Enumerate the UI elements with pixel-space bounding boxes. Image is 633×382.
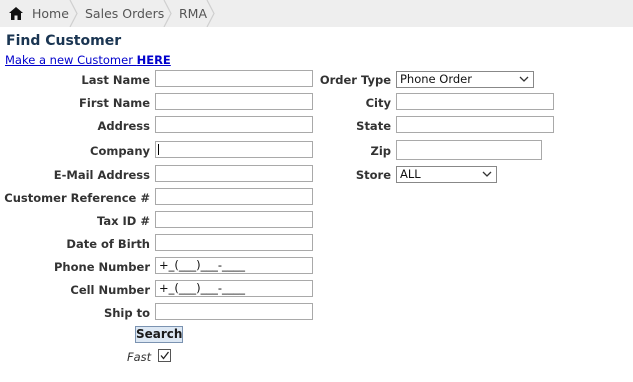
- cell-label: Cell Number: [70, 283, 150, 297]
- customer-ref-input[interactable]: [155, 188, 313, 205]
- tax-id-label: Tax ID #: [96, 214, 150, 228]
- text-caret: [158, 144, 159, 155]
- state-label: State: [356, 119, 391, 133]
- address-input[interactable]: [155, 116, 313, 133]
- breadcrumb-separator-icon: [206, 0, 215, 27]
- new-customer-link[interactable]: Make a new Customer HERE: [5, 53, 171, 67]
- company-input[interactable]: [155, 141, 313, 158]
- city-input[interactable]: [396, 93, 554, 110]
- page-title: Find Customer: [6, 33, 122, 49]
- store-select[interactable]: ALL: [396, 166, 497, 183]
- breadcrumb-home[interactable]: Home: [32, 0, 69, 27]
- zip-input[interactable]: [396, 140, 542, 160]
- new-customer-link-here[interactable]: HERE: [137, 53, 171, 67]
- home-icon[interactable]: [9, 7, 23, 20]
- breadcrumb-separator-icon: [69, 0, 78, 27]
- ship-to-label: Ship to: [103, 306, 150, 320]
- email-input[interactable]: [155, 165, 313, 182]
- company-label: Company: [90, 144, 150, 158]
- state-input[interactable]: [396, 116, 554, 133]
- email-label: E-Mail Address: [53, 168, 150, 182]
- chevron-down-icon: [519, 76, 529, 82]
- first-name-label: First Name: [79, 96, 150, 110]
- store-value: ALL: [400, 167, 421, 181]
- dob-input[interactable]: [155, 234, 313, 251]
- cell-input[interactable]: +_(___)___-____: [155, 280, 313, 297]
- checkmark-icon: [160, 351, 170, 360]
- last-name-label: Last Name: [81, 73, 150, 87]
- fast-label: Fast: [127, 350, 152, 364]
- ship-to-input[interactable]: [155, 303, 313, 320]
- city-label: City: [365, 96, 391, 110]
- breadcrumb-rma[interactable]: RMA: [179, 0, 207, 27]
- first-name-input[interactable]: [155, 93, 313, 110]
- breadcrumb-sales-orders[interactable]: Sales Orders: [85, 0, 164, 27]
- tax-id-input[interactable]: [155, 211, 313, 228]
- order-type-label: Order Type: [319, 73, 391, 87]
- order-type-value: Phone Order: [400, 72, 472, 86]
- new-customer-link-text[interactable]: Make a new Customer: [5, 53, 137, 67]
- customer-ref-label: Customer Reference #: [4, 191, 150, 205]
- address-label: Address: [97, 119, 150, 133]
- store-label: Store: [355, 168, 391, 182]
- dob-label: Date of Birth: [66, 237, 150, 251]
- phone-label: Phone Number: [53, 260, 150, 274]
- phone-input[interactable]: +_(___)___-____: [155, 257, 313, 274]
- last-name-input[interactable]: [155, 70, 313, 87]
- breadcrumb-separator-icon: [163, 0, 172, 27]
- order-type-select[interactable]: Phone Order: [396, 71, 534, 88]
- zip-label: Zip: [370, 144, 391, 158]
- breadcrumb: Home Sales Orders RMA: [0, 0, 633, 27]
- fast-checkbox[interactable]: [158, 349, 171, 362]
- search-button[interactable]: Search: [135, 326, 183, 343]
- chevron-down-icon: [482, 171, 492, 177]
